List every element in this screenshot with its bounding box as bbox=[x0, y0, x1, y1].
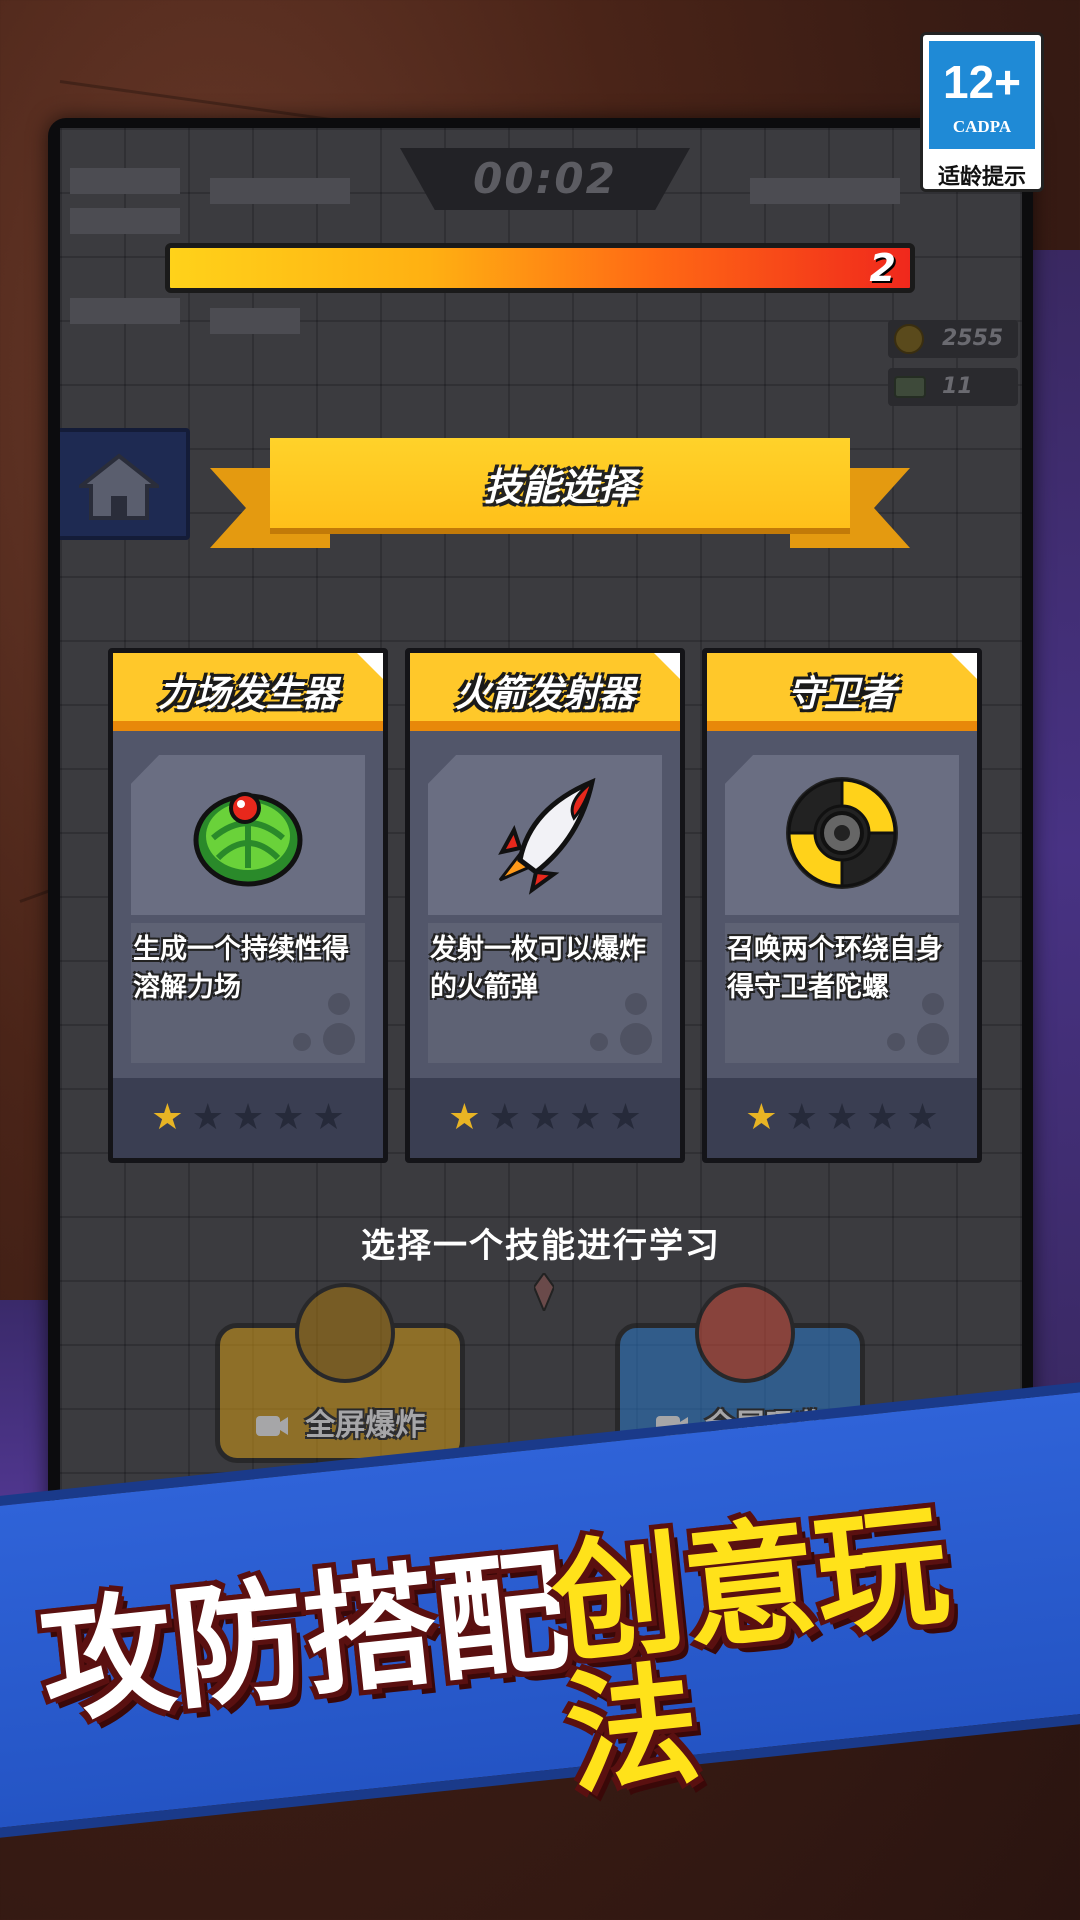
video-ad-icon bbox=[255, 1416, 288, 1436]
chip-counter: 11 bbox=[888, 368, 1018, 406]
magnet-icon bbox=[695, 1283, 795, 1383]
star-icon: ★ bbox=[745, 1097, 778, 1138]
skill-name: 火箭发射器 bbox=[454, 674, 635, 715]
home-button[interactable] bbox=[60, 428, 190, 540]
skill-name: 守卫者 bbox=[787, 674, 896, 715]
skill-card-force-field[interactable]: 力场发生器 生成一个持续性得溶解力场 ★ ★ ★ ★ ★ bbox=[108, 648, 388, 1163]
radiation-icon bbox=[295, 1283, 395, 1383]
star-icon: ★ bbox=[569, 1097, 602, 1138]
star-icon: ★ bbox=[609, 1097, 642, 1138]
star-icon: ★ bbox=[191, 1097, 224, 1138]
title-ribbon: 技能选择 bbox=[210, 428, 910, 578]
panel-title: 技能选择 bbox=[483, 465, 636, 509]
star-icon: ★ bbox=[488, 1097, 521, 1138]
chip-count: 11 bbox=[942, 374, 973, 399]
explode-label: 全屏爆炸 bbox=[305, 1408, 426, 1443]
game-timer: 00:02 bbox=[473, 154, 617, 203]
game-screen: 00:02 2 2555 11 技能选择 力场发生器 生成一个持续性得溶解力场 … bbox=[60, 128, 1022, 1608]
chip-icon bbox=[894, 376, 926, 398]
skill-rating: ★ ★ ★ ★ ★ bbox=[410, 1078, 680, 1158]
guardian-shuriken-icon bbox=[786, 777, 898, 889]
skill-card-guardian[interactable]: 守卫者 召唤两个环绕自身得守卫者陀螺 ★ ★ ★ ★ ★ bbox=[702, 648, 982, 1163]
coin-count: 2555 bbox=[942, 326, 1004, 351]
star-icon: ★ bbox=[906, 1097, 939, 1138]
full-screen-explode-button[interactable]: 全屏爆炸 bbox=[215, 1283, 465, 1463]
star-icon: ★ bbox=[825, 1097, 859, 1138]
age-rating-org: CADPA bbox=[952, 117, 1012, 136]
slogan-right: 创意玩法 bbox=[545, 1488, 955, 1815]
skill-rating: ★ ★ ★ ★ ★ bbox=[707, 1078, 977, 1158]
skill-card-rocket-launcher[interactable]: 火箭发射器 发射一枚可以爆炸的火箭弹 ★ ★ ★ ★ ★ bbox=[405, 648, 685, 1163]
skill-name: 力场发生器 bbox=[157, 674, 338, 715]
home-icon bbox=[79, 453, 159, 520]
star-icon: ★ bbox=[312, 1097, 345, 1138]
coin-icon bbox=[894, 324, 924, 354]
star-icon: ★ bbox=[448, 1097, 481, 1138]
progress-bar: 2 bbox=[165, 243, 915, 293]
age-rating-number: 12+ bbox=[942, 56, 1022, 108]
rocket-launcher-icon bbox=[498, 777, 596, 895]
age-rating-tip: 适龄提示 bbox=[937, 165, 1026, 190]
star-icon: ★ bbox=[866, 1097, 899, 1138]
age-rating-badge: 12+ CADPA 适龄提示 bbox=[920, 32, 1044, 192]
star-icon: ★ bbox=[272, 1097, 305, 1138]
force-field-generator-icon bbox=[193, 792, 303, 887]
select-prompt: 选择一个技能进行学习 bbox=[361, 1226, 721, 1266]
star-icon: ★ bbox=[785, 1097, 818, 1138]
coin-counter: 2555 bbox=[888, 320, 1018, 358]
star-icon: ★ bbox=[528, 1097, 562, 1138]
star-icon: ★ bbox=[231, 1097, 265, 1138]
skill-rating: ★ ★ ★ ★ ★ bbox=[113, 1078, 383, 1158]
level-number: 2 bbox=[869, 246, 896, 290]
star-icon: ★ bbox=[151, 1097, 184, 1138]
player-marker-icon bbox=[534, 1273, 554, 1311]
